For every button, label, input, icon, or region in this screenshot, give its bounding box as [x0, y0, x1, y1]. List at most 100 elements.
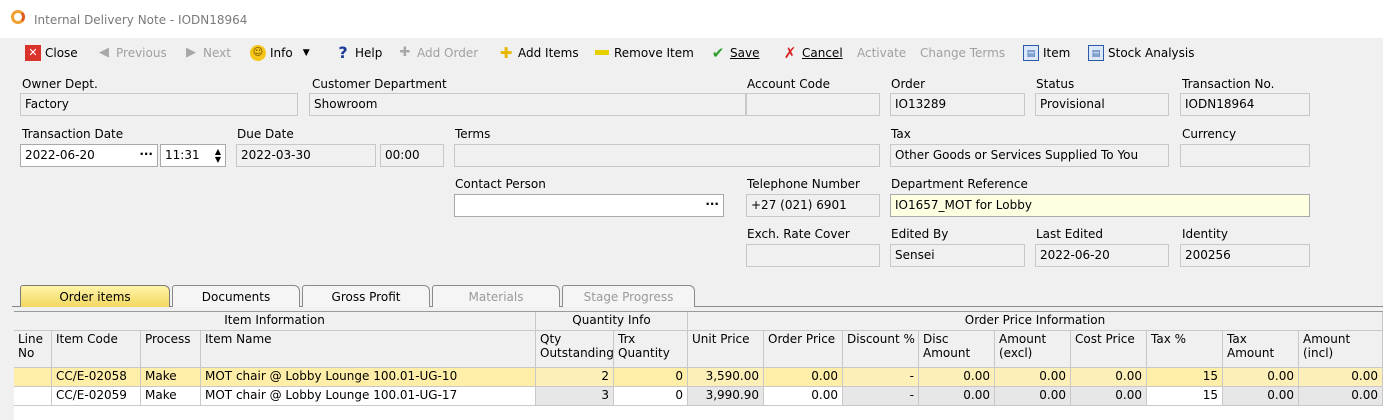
exch-rate-cover-field[interactable] — [746, 244, 880, 267]
activate-button[interactable]: Activate — [857, 45, 906, 61]
due-date-field[interactable]: 2022-03-30 — [236, 144, 376, 167]
tab-gross-profit[interactable]: Gross Profit — [302, 285, 430, 307]
col-header-amount-incl[interactable]: Amount (incl) — [1299, 331, 1383, 368]
add-order-button[interactable]: ✚ Add Order — [397, 45, 479, 61]
transaction-no-field[interactable]: IODN18964 — [1180, 93, 1310, 116]
cell-process[interactable]: Make — [141, 368, 201, 387]
date-picker-icon[interactable]: ··· — [139, 147, 153, 161]
col-header-cost-price[interactable]: Cost Price — [1071, 331, 1147, 368]
transaction-no-label: Transaction No. — [1182, 77, 1275, 91]
customer-department-field[interactable]: Showroom — [309, 93, 746, 116]
cell-line-no[interactable] — [14, 368, 52, 387]
cell-amount-incl[interactable]: 0.00 — [1299, 387, 1383, 406]
edited-by-field[interactable]: Sensei — [890, 244, 1025, 267]
cell-amount-incl[interactable]: 0.00 — [1299, 368, 1383, 387]
checkmark-icon: ✔ — [711, 44, 725, 62]
cell-cost-price[interactable]: 0.00 — [1071, 387, 1147, 406]
order-field[interactable]: IO13289 — [890, 93, 1025, 116]
cell-cost-price[interactable]: 0.00 — [1071, 368, 1147, 387]
cell-qty-outstanding[interactable]: 3 — [536, 387, 614, 406]
currency-field[interactable] — [1180, 144, 1310, 167]
col-header-item-code[interactable]: Item Code — [52, 331, 141, 368]
col-header-order-price[interactable]: Order Price — [764, 331, 843, 368]
cell-item-code[interactable]: CC/E-02059 — [52, 387, 141, 406]
table-row[interactable]: CC/E-02059 Make MOT chair @ Lobby Lounge… — [14, 387, 1383, 406]
col-header-discount-pct[interactable]: Discount % — [843, 331, 919, 368]
last-edited-field[interactable]: 2022-06-20 — [1035, 244, 1169, 267]
col-header-line-no[interactable]: Line No — [14, 331, 52, 368]
item-button[interactable]: ▤ Item — [1023, 45, 1070, 61]
due-time-field[interactable]: 00:00 — [380, 144, 444, 167]
col-header-item-name[interactable]: Item Name — [201, 331, 536, 368]
table-row[interactable]: CC/E-02058 Make MOT chair @ Lobby Lounge… — [14, 368, 1383, 387]
customer-department-label: Customer Department — [312, 77, 447, 91]
save-button[interactable]: ✔ Save — [710, 44, 760, 62]
cell-tax-amount[interactable]: 0.00 — [1223, 387, 1299, 406]
owner-dept-field[interactable]: Factory — [20, 93, 298, 116]
col-header-amount-excl[interactable]: Amount (excl) — [995, 331, 1071, 368]
col-header-process[interactable]: Process — [141, 331, 201, 368]
contact-lookup-icon[interactable]: ··· — [705, 197, 719, 211]
telephone-number-field[interactable]: +27 (021) 6901 — [746, 194, 880, 217]
tax-label: Tax — [891, 127, 911, 141]
col-header-disc-amount[interactable]: Disc Amount — [919, 331, 995, 368]
cell-item-name[interactable]: MOT chair @ Lobby Lounge 100.01-UG-17 — [201, 387, 536, 406]
col-header-unit-price[interactable]: Unit Price — [688, 331, 764, 368]
cancel-button[interactable]: ✗ Cancel — [782, 45, 843, 61]
time-spinner-icon[interactable]: ▲ ▼ — [215, 148, 221, 164]
cell-disc-amount[interactable]: 0.00 — [919, 387, 995, 406]
cell-item-code[interactable]: CC/E-02058 — [52, 368, 141, 387]
cell-trx-quantity[interactable]: 0 — [614, 387, 688, 406]
col-header-tax-pct[interactable]: Tax % — [1147, 331, 1223, 368]
tab-materials[interactable]: Materials — [432, 285, 560, 307]
tab-documents[interactable]: Documents — [172, 285, 300, 307]
app-icon — [11, 10, 25, 24]
department-reference-field[interactable]: IO1657_MOT for Lobby — [890, 194, 1310, 217]
cell-amount-excl[interactable]: 0.00 — [995, 387, 1071, 406]
tab-order-items[interactable]: Order items — [20, 285, 170, 307]
cell-order-price[interactable]: 0.00 — [764, 387, 843, 406]
form-panel: Owner Dept. Factory Customer Department … — [12, 68, 1383, 420]
item-page-icon: ▤ — [1023, 45, 1039, 61]
cell-disc-amount[interactable]: 0.00 — [919, 368, 995, 387]
tab-stage-progress[interactable]: Stage Progress — [562, 285, 695, 307]
col-header-trx-quantity[interactable]: Trx Quantity — [614, 331, 688, 368]
cell-amount-excl[interactable]: 0.00 — [995, 368, 1071, 387]
cell-item-name[interactable]: MOT chair @ Lobby Lounge 100.01-UG-10 — [201, 368, 536, 387]
order-label: Order — [891, 77, 926, 91]
arrow-right-icon: ▶ — [186, 45, 196, 60]
cell-tax-amount[interactable]: 0.00 — [1223, 368, 1299, 387]
cell-unit-price[interactable]: 3,990.90 — [688, 387, 764, 406]
col-header-qty-outstanding[interactable]: Qty Outstanding — [536, 331, 614, 368]
close-button[interactable]: ✕ Close — [25, 45, 78, 61]
cell-qty-outstanding[interactable]: 2 — [536, 368, 614, 387]
close-icon: ✕ — [25, 45, 41, 61]
info-button[interactable]: ☺ Info ▼ — [250, 45, 310, 61]
change-terms-button[interactable]: Change Terms — [920, 45, 1005, 61]
remove-item-button[interactable]: Remove Item — [594, 45, 694, 61]
contact-person-field[interactable]: ··· — [454, 194, 724, 217]
cell-tax-pct[interactable]: 15 — [1147, 387, 1223, 406]
cell-discount-pct[interactable]: - — [843, 387, 919, 406]
add-items-button[interactable]: ✚ Add Items — [498, 45, 579, 61]
cell-discount-pct[interactable]: - — [843, 368, 919, 387]
cell-process[interactable]: Make — [141, 387, 201, 406]
transaction-date-field[interactable]: 2022-06-20 ··· — [20, 144, 158, 167]
help-button[interactable]: ? Help — [335, 45, 382, 61]
status-field[interactable]: Provisional — [1035, 93, 1169, 116]
previous-button[interactable]: ◀ Previous — [96, 45, 167, 61]
cell-trx-quantity[interactable]: 0 — [614, 368, 688, 387]
title-bar: Internal Delivery Note - IODN18964 — [0, 0, 1383, 38]
tax-field[interactable]: Other Goods or Services Supplied To You — [890, 144, 1169, 167]
transaction-time-field[interactable]: 11:31 ▲ ▼ — [160, 144, 226, 167]
next-button[interactable]: ▶ Next — [183, 45, 231, 61]
cell-unit-price[interactable]: 3,590.00 — [688, 368, 764, 387]
cell-order-price[interactable]: 0.00 — [764, 368, 843, 387]
cell-line-no[interactable] — [14, 387, 52, 406]
terms-field[interactable] — [454, 144, 880, 167]
account-code-field[interactable] — [746, 93, 880, 116]
stock-analysis-button[interactable]: ▤ Stock Analysis — [1088, 45, 1194, 61]
identity-field[interactable]: 200256 — [1180, 244, 1310, 267]
cell-tax-pct[interactable]: 15 — [1147, 368, 1223, 387]
col-header-tax-amount[interactable]: Tax Amount — [1223, 331, 1299, 368]
